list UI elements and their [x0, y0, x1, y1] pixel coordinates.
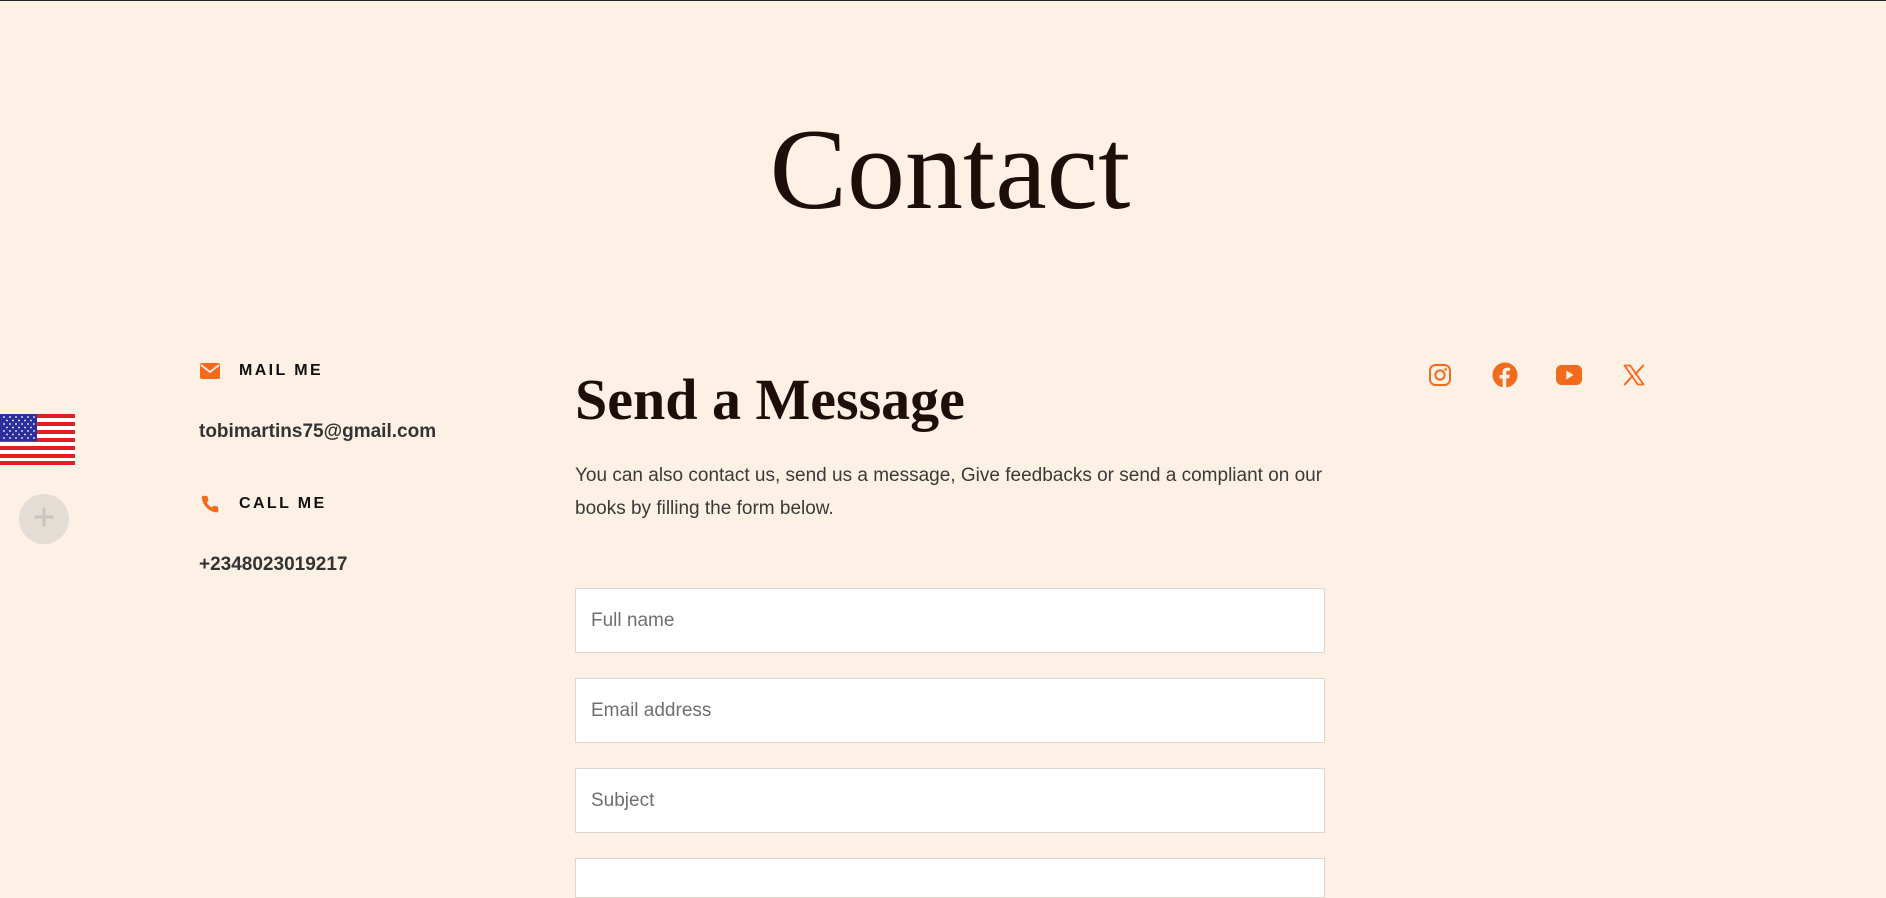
facebook-icon[interactable] [1489, 359, 1521, 391]
phone-link[interactable]: +2348023019217 [199, 554, 347, 576]
message-textarea[interactable] [575, 858, 1325, 898]
us-flag-icon[interactable] [0, 414, 75, 465]
message-description: You can also contact us, send us a messa… [575, 465, 1323, 519]
top-border [0, 0, 1886, 1]
email-input[interactable] [575, 678, 1325, 743]
plus-icon [34, 506, 54, 532]
mail-contact: MAIL ME tobimartins75@gmail.com [199, 359, 436, 443]
full-name-input[interactable] [575, 588, 1325, 653]
x-twitter-icon[interactable] [1618, 359, 1650, 391]
phone-icon [199, 493, 221, 515]
mail-label-row: MAIL ME [199, 359, 436, 383]
envelope-icon [199, 360, 221, 382]
page-title: Contact [769, 106, 1131, 234]
call-label-row: CALL ME [199, 492, 347, 516]
instagram-icon[interactable] [1424, 359, 1456, 391]
call-label: CALL ME [239, 495, 327, 512]
call-contact: CALL ME +2348023019217 [199, 492, 347, 576]
message-section: Send a Message You can also contact us, … [575, 365, 1325, 525]
youtube-icon[interactable] [1553, 359, 1585, 391]
mail-label: MAIL ME [239, 362, 324, 379]
message-title: Send a Message [575, 367, 965, 432]
plus-button[interactable] [19, 494, 69, 544]
subject-input[interactable] [575, 768, 1325, 833]
email-link[interactable]: tobimartins75@gmail.com [199, 421, 436, 443]
